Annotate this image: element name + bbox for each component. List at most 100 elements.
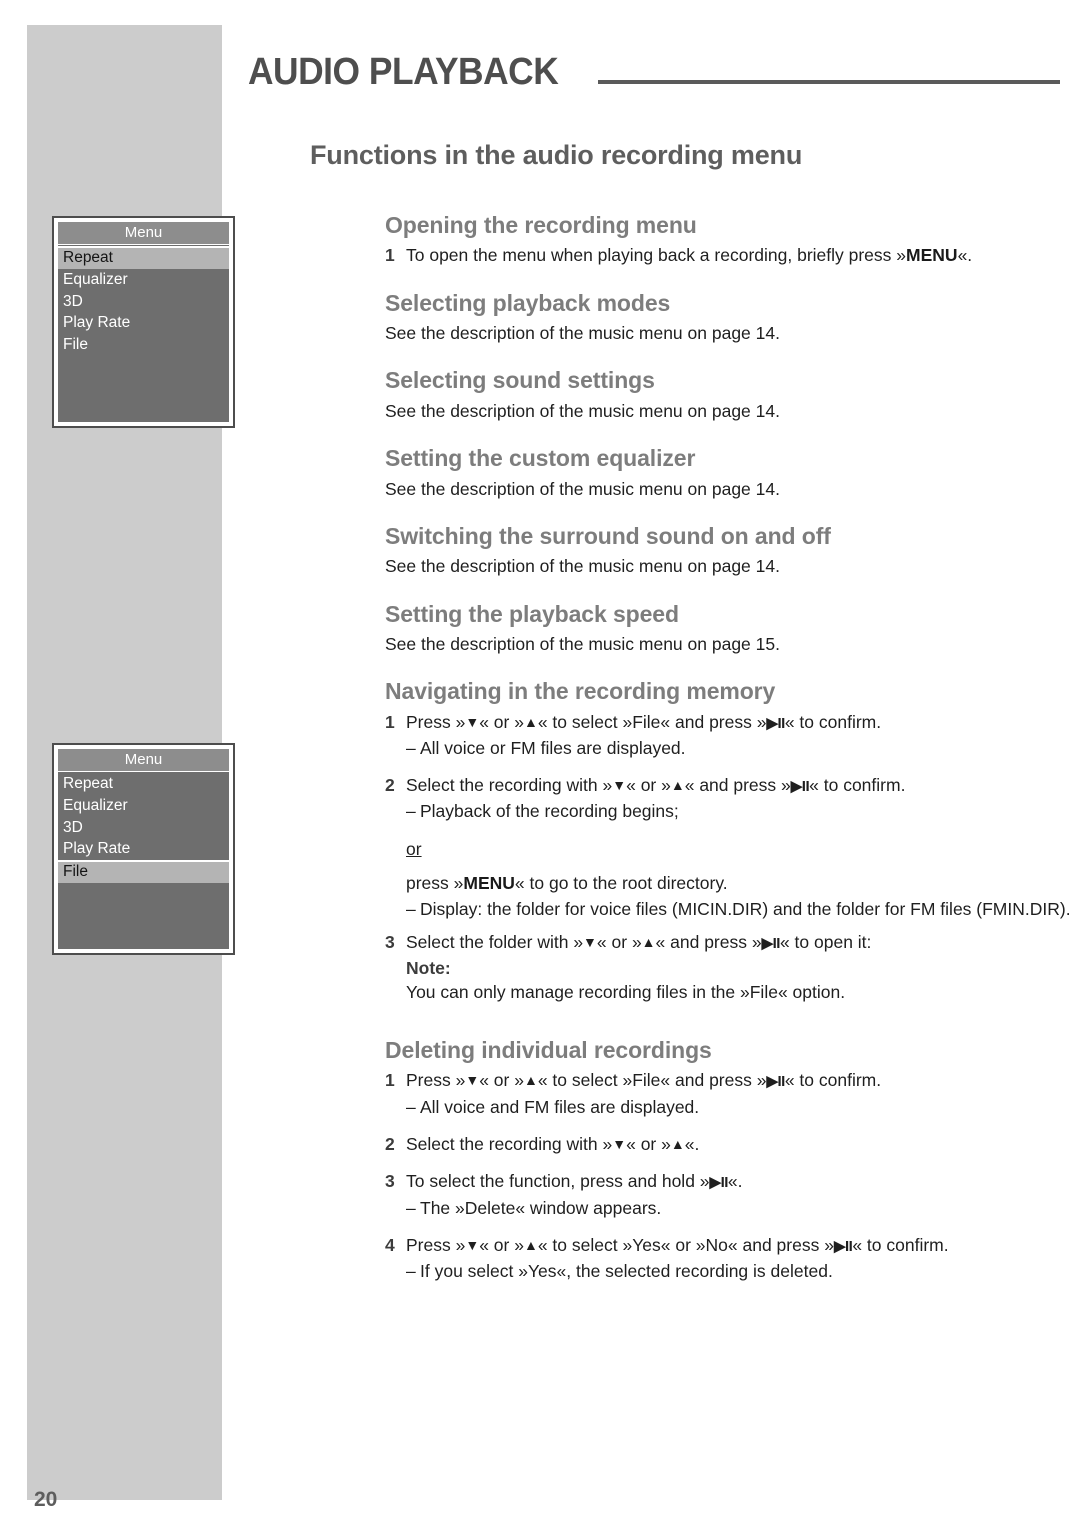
option-name-yes: »Yes« — [622, 1234, 671, 1255]
instruction-text-part: to go to the root directory. — [524, 872, 728, 893]
play-pause-icon: ▶II — [709, 1174, 729, 1192]
vertical-spacer — [385, 1026, 1075, 1037]
down-arrow-icon: ▼ — [465, 713, 480, 730]
quote-open: » — [453, 872, 464, 893]
vertical-spacer — [385, 1122, 1075, 1133]
device-menu-item-play-rate[interactable]: Play Rate — [58, 838, 229, 860]
up-arrow-icon: ▲ — [523, 1236, 538, 1253]
section-setting-custom-equalizer: Setting the custom equalizer See the des… — [385, 445, 1075, 501]
sub-item-text: All voice and FM files are displayed. — [420, 1096, 700, 1117]
quote-close: « — [684, 775, 695, 796]
section-navigating-recording-memory: Navigating in the recording memory 1 Pre… — [385, 678, 1075, 1004]
device-menu-item-repeat[interactable]: Repeat — [58, 246, 229, 269]
device-menu-item-equalizer[interactable]: Equalizer — [58, 269, 229, 291]
device-menu-title: Menu — [58, 749, 229, 772]
step-text-part: to open it: — [789, 931, 872, 952]
quote-close: « — [684, 1134, 695, 1155]
step-sub-item: – Playback of the recording begins; — [385, 800, 1075, 823]
step-text-part: To open the menu when playing back a rec… — [406, 245, 897, 266]
header-rule-line — [597, 80, 1060, 84]
step-text-part: or — [488, 1234, 515, 1255]
numbered-step: 3 To select the function, press and hold… — [385, 1170, 1075, 1193]
key-label-menu: MENU — [906, 245, 958, 266]
step-text-part: or — [606, 931, 632, 952]
quote-open: » — [631, 931, 642, 952]
vertical-spacer — [385, 1223, 1075, 1234]
quote-open: » — [781, 775, 791, 796]
step-sub-item: – Display: the folder for voice files (M… — [385, 898, 1075, 921]
quote-close: « — [514, 872, 525, 893]
up-arrow-icon: ▲ — [670, 777, 685, 794]
step-number: 3 — [385, 931, 395, 952]
note-label: Note: — [406, 957, 451, 978]
device-menu-item-file[interactable]: File — [58, 334, 229, 356]
device-menu-list: Repeat Equalizer 3D Play Rate File — [58, 772, 229, 949]
quote-close: « — [626, 1134, 636, 1155]
step-number: 1 — [385, 1070, 395, 1091]
quote-close: « — [479, 1234, 489, 1255]
up-arrow-icon: ▲ — [523, 713, 538, 730]
quote-close: « — [479, 711, 489, 732]
quote-open: » — [514, 1234, 524, 1255]
step-sub-item: – If you select »Yes«, the selected reco… — [385, 1260, 1075, 1283]
numbered-step: 1 To open the menu when playing back a r… — [385, 244, 1075, 267]
device-menu-screenshot-file: Menu Repeat Equalizer 3D Play Rate File — [52, 743, 235, 955]
quote-close: « — [655, 931, 666, 952]
play-pause-icon: ▶II — [761, 934, 781, 952]
option-name-file: »File« — [622, 711, 671, 732]
quote-open: » — [455, 711, 466, 732]
instruction-text-part: press — [406, 872, 454, 893]
step-text-part: Select the folder with — [406, 931, 574, 952]
quote-close: « — [537, 1234, 548, 1255]
section-deleting-individual-recordings: Deleting individual recordings 1 Press »… — [385, 1037, 1075, 1283]
quote-open: » — [602, 775, 613, 796]
step-text-part: to confirm. — [794, 711, 882, 732]
quote-close: « — [537, 1070, 548, 1091]
numbered-step: 2 Select the recording with »▼« or »▲«. — [385, 1133, 1075, 1156]
section-body: See the description of the music menu on… — [385, 400, 780, 421]
device-menu-item-3d[interactable]: 3D — [58, 817, 229, 839]
step-text: Press »▼« or »▲« to select »File« and pr… — [406, 711, 1075, 734]
device-menu-item-file[interactable]: File — [58, 860, 229, 884]
vertical-spacer — [385, 763, 1075, 774]
dash-marker: – — [406, 1096, 416, 1117]
step-number: 2 — [385, 775, 395, 796]
section-setting-playback-speed: Setting the playback speed See the descr… — [385, 601, 1075, 657]
device-menu-item-play-rate[interactable]: Play Rate — [58, 312, 229, 334]
device-menu-title: Menu — [58, 222, 229, 245]
section-heading: Switching the surround sound on and off — [385, 522, 831, 549]
step-text-part: or — [635, 775, 662, 796]
device-menu-screenshot-repeat: Menu Repeat Equalizer 3D Play Rate File — [52, 216, 235, 428]
up-arrow-icon: ▲ — [641, 933, 656, 950]
quote-open: » — [514, 1070, 524, 1091]
quote-close: « — [479, 1070, 489, 1091]
quote-close: « — [537, 711, 548, 732]
step-sub-item: – All voice or FM files are displayed. — [385, 737, 1075, 760]
quote-open: » — [661, 1134, 671, 1155]
quote-open: » — [751, 931, 762, 952]
quote-open: » — [756, 1070, 767, 1091]
step-text: To open the menu when playing back a rec… — [406, 244, 1075, 267]
section-heading: Navigating in the recording memory — [385, 678, 776, 705]
step-text-part: to select — [547, 1234, 623, 1255]
up-arrow-icon: ▲ — [670, 1136, 685, 1153]
section-switching-surround-sound: Switching the surround sound on and off … — [385, 523, 1075, 579]
numbered-step: 4 Press »▼« or »▲« to select »Yes« or »N… — [385, 1234, 1075, 1257]
step-number: 2 — [385, 1134, 395, 1155]
device-menu-item-equalizer[interactable]: Equalizer — [58, 795, 229, 817]
section-body: See the description of the music menu on… — [385, 556, 780, 577]
section-heading: Deleting individual recordings — [385, 1037, 712, 1064]
step-text-part: or — [488, 711, 515, 732]
device-menu-item-3d[interactable]: 3D — [58, 291, 229, 313]
step-text-part: or — [670, 1234, 696, 1255]
step-text-part: and press — [670, 1070, 757, 1091]
step-text-part: to select — [547, 1070, 623, 1091]
device-menu-item-repeat[interactable]: Repeat — [58, 773, 229, 795]
down-arrow-icon: ▼ — [465, 1236, 480, 1253]
step-text-part: . — [694, 1134, 700, 1155]
play-pause-icon: ▶II — [766, 714, 785, 732]
step-number: 1 — [385, 245, 395, 266]
step-text: Press »▼« or »▲« to select »Yes« or »No«… — [406, 1234, 1075, 1257]
dash-marker: – — [406, 801, 416, 822]
step-text-part: or — [488, 1070, 515, 1091]
